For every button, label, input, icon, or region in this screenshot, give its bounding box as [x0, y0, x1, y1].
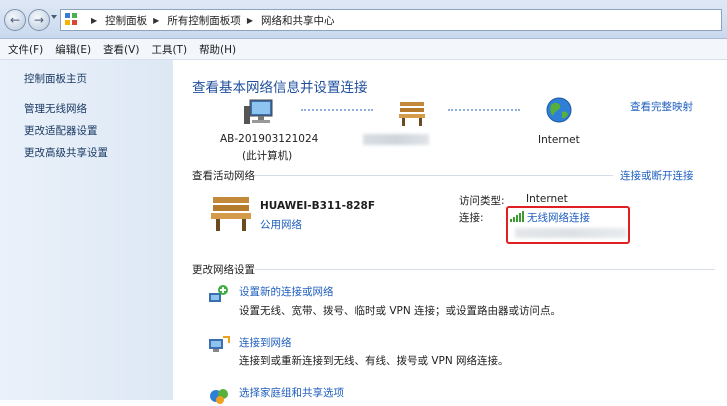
- control-panel-icon: [65, 13, 79, 27]
- computer-icon: [244, 99, 273, 124]
- redacted-network-name: [363, 134, 429, 145]
- connect-disconnect-link[interactable]: 连接或断开连接: [620, 168, 694, 183]
- bench-icon: [399, 102, 425, 126]
- access-type-label: 访问类型:: [459, 195, 505, 207]
- back-button[interactable]: ←: [4, 9, 26, 31]
- connection-label: 连接:: [459, 212, 484, 224]
- task-homegroup-link[interactable]: 选择家庭组和共享选项: [239, 385, 344, 400]
- task-new-connection-desc: 设置无线、宽带、拨号、临时或 VPN 连接；或设置路由器或访问点。: [239, 305, 562, 317]
- divider: [255, 175, 613, 176]
- sidebar-item-adapter-settings[interactable]: 更改适配器设置: [24, 123, 98, 138]
- menu-view[interactable]: 查看(V): [103, 42, 139, 57]
- back-arrow-icon: ←: [9, 13, 21, 27]
- forward-arrow-icon: →: [33, 13, 45, 27]
- breadcrumb-all-items[interactable]: 所有控制面板项: [167, 13, 241, 28]
- sidebar-item-control-panel-home[interactable]: 控制面板主页: [24, 71, 87, 86]
- menu-bar: 文件(F) 编辑(E) 查看(V) 工具(T) 帮助(H): [0, 39, 727, 60]
- active-networks-title: 查看活动网络: [192, 170, 255, 182]
- forward-button[interactable]: →: [28, 9, 50, 31]
- breadcrumb-separator-icon: ▶: [246, 15, 253, 25]
- address-box[interactable]: ▶ 控制面板 ▶ 所有控制面板项 ▶ 网络和共享中心: [60, 9, 722, 31]
- menu-edit[interactable]: 编辑(E): [55, 42, 91, 57]
- computer-name: AB-201903121024: [220, 133, 319, 145]
- address-bar-area: ← → ▶ 控制面板 ▶ 所有控制面板项 ▶ 网络和共享中心: [0, 0, 727, 39]
- internet-label: Internet: [538, 134, 580, 146]
- connect-network-icon: [209, 336, 230, 352]
- menu-file[interactable]: 文件(F): [8, 42, 43, 57]
- computer-sub-label: (此计算机): [242, 150, 293, 162]
- access-type-value: Internet: [526, 193, 568, 205]
- task-connect-network-desc: 连接到或重新连接到无线、有线、拨号或 VPN 网络连接。: [239, 355, 509, 367]
- main-pane: 查看基本网络信息并设置连接 查看完整映射 AB-201903121024 (此计…: [173, 60, 727, 404]
- breadcrumb-network-center[interactable]: 网络和共享中心: [261, 13, 335, 28]
- globe-icon: [546, 97, 572, 123]
- connection-line: [448, 109, 520, 111]
- menu-tools[interactable]: 工具(T): [151, 42, 187, 57]
- divider: [255, 269, 715, 270]
- public-network-bench-icon: [211, 197, 251, 231]
- breadcrumb-separator-icon: ▶: [91, 15, 98, 25]
- task-connect-network-link[interactable]: 连接到网络: [239, 335, 292, 350]
- task-new-connection-link[interactable]: 设置新的连接或网络: [239, 284, 334, 299]
- highlight-box: [506, 206, 630, 244]
- recent-pages-dropdown-icon[interactable]: [51, 15, 57, 19]
- breadcrumb-separator-icon: ▶: [153, 15, 160, 25]
- breadcrumb-control-panel[interactable]: 控制面板: [105, 13, 147, 28]
- change-settings-title: 更改网络设置: [192, 264, 255, 276]
- breadcrumb: ▶ 控制面板 ▶ 所有控制面板项 ▶ 网络和共享中心: [85, 13, 334, 28]
- connection-line: [301, 109, 373, 111]
- network-name: HUAWEI-B311-828F: [260, 200, 376, 212]
- sidebar: 控制面板主页 管理无线网络 更改适配器设置 更改高级共享设置: [0, 60, 173, 400]
- sidebar-item-advanced-sharing[interactable]: 更改高级共享设置: [24, 145, 108, 160]
- sidebar-item-manage-wireless[interactable]: 管理无线网络: [24, 101, 87, 116]
- page-title: 查看基本网络信息并设置连接: [192, 80, 368, 96]
- homegroup-icon: [210, 389, 228, 404]
- new-connection-icon: [209, 285, 228, 302]
- network-type-link[interactable]: 公用网络: [260, 217, 302, 232]
- menu-help[interactable]: 帮助(H): [199, 42, 236, 57]
- view-full-map-link[interactable]: 查看完整映射: [630, 99, 693, 114]
